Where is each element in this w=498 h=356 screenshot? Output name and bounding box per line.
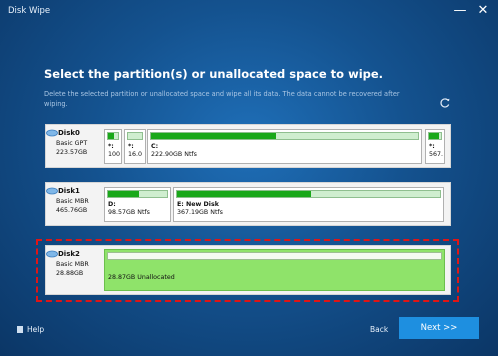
disk-icon — [46, 187, 58, 195]
usage-bar — [428, 132, 442, 140]
disk-info: Disk1 Basic MBR 465.76GB — [46, 183, 100, 225]
partition-name: *: — [108, 143, 114, 150]
usage-fill — [177, 191, 312, 197]
refresh-icon[interactable] — [439, 97, 451, 109]
partition-name: E: New Disk — [177, 201, 219, 208]
disk-size: 223.57GB — [56, 149, 88, 156]
usage-fill — [108, 191, 139, 197]
close-button[interactable]: ✕ — [475, 3, 491, 19]
usage-fill — [151, 133, 277, 139]
usage-fill — [429, 133, 439, 139]
usage-bar — [127, 132, 143, 140]
disk-type: Basic GPT — [56, 140, 88, 147]
disk-type: Basic MBR — [56, 198, 89, 205]
partition-info: 16.0 — [128, 151, 143, 158]
partition-block[interactable]: D: 98.57GB Ntfs — [104, 187, 171, 222]
partition-name: *: — [128, 143, 134, 150]
usage-fill — [108, 133, 114, 139]
usage-bar — [107, 132, 119, 140]
disk-panel-0: Disk0 Basic GPT 223.57GB *: 100 *: 16.0 … — [45, 124, 451, 168]
partition-info: 567. — [429, 151, 444, 158]
help-link[interactable]: Help — [17, 325, 44, 334]
minimize-button[interactable]: — — [452, 3, 468, 19]
help-label: Help — [27, 325, 45, 334]
disk-name: Disk0 — [58, 129, 80, 137]
next-button[interactable]: Next >> — [399, 317, 479, 339]
partition-name: D: — [108, 201, 116, 208]
help-book-icon — [17, 326, 23, 333]
partition-block[interactable]: C: 222.90GB Ntfs — [147, 129, 422, 164]
page-description: Delete the selected partition or unalloc… — [44, 90, 400, 108]
window-title: Disk Wipe — [8, 6, 51, 16]
partition-name: *: — [429, 143, 435, 150]
usage-bar — [150, 132, 419, 140]
disk-info: Disk0 Basic GPT 223.57GB — [46, 125, 100, 167]
page-heading: Select the partition(s) or unallocated s… — [44, 67, 384, 81]
selection-highlight — [36, 239, 459, 302]
partition-info: 100 — [108, 151, 121, 158]
disk-name: Disk1 — [58, 187, 80, 195]
partition-block[interactable]: E: New Disk 367.19GB Ntfs — [173, 187, 444, 222]
title-bar: Disk Wipe — ✕ — [0, 0, 498, 24]
partition-block[interactable]: *: 567. — [425, 129, 445, 164]
disk-panel-1: Disk1 Basic MBR 465.76GB D: 98.57GB Ntfs… — [45, 182, 451, 226]
usage-bar — [107, 190, 168, 198]
disk-icon — [46, 129, 58, 137]
partition-block[interactable]: *: 100 — [104, 129, 122, 164]
back-button[interactable]: Back — [370, 325, 388, 334]
partition-block[interactable]: *: 16.0 — [124, 129, 146, 164]
usage-bar — [176, 190, 441, 198]
partition-name: C: — [151, 143, 159, 150]
disk-size: 465.76GB — [56, 207, 88, 214]
partition-info: 98.57GB Ntfs — [108, 209, 150, 216]
partition-info: 222.90GB Ntfs — [151, 151, 197, 158]
partition-info: 367.19GB Ntfs — [177, 209, 223, 216]
